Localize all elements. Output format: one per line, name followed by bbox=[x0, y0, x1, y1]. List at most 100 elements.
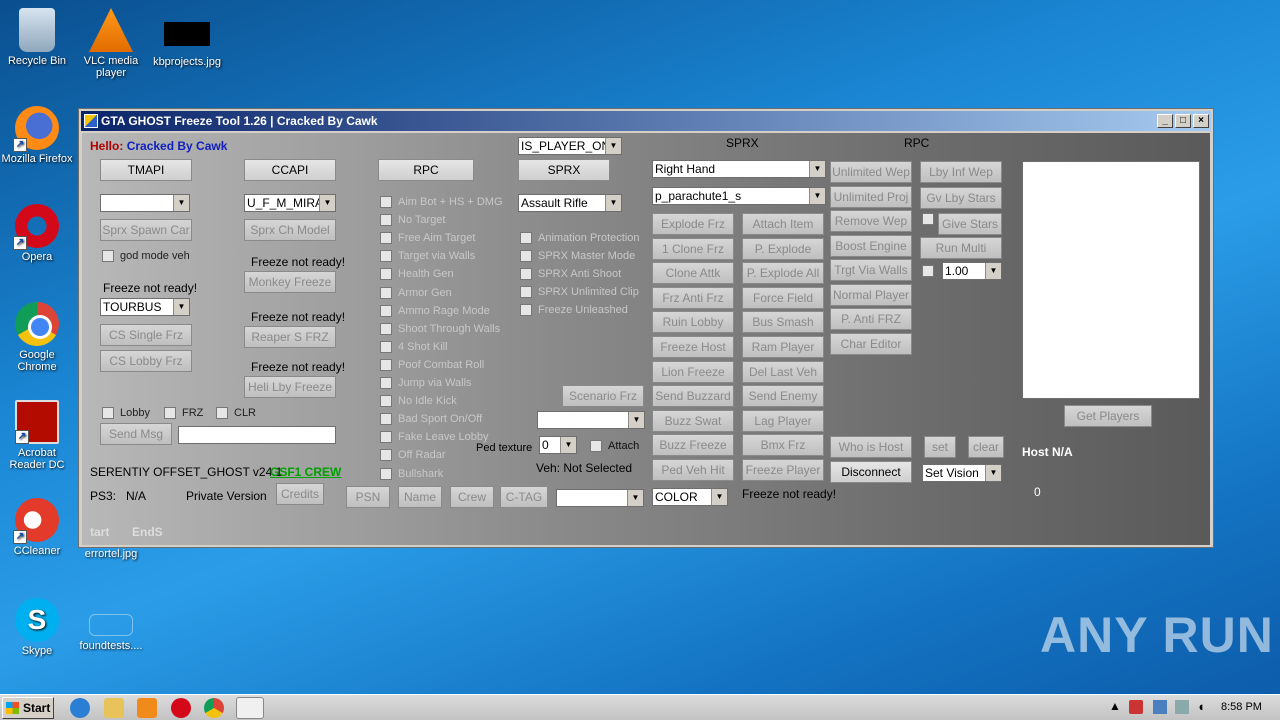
chrome-taskbar-icon[interactable] bbox=[204, 698, 224, 718]
rpc-left-button-2[interactable]: Remove Wep bbox=[830, 210, 912, 232]
scenario-combo[interactable]: ▼ bbox=[537, 411, 645, 429]
sprx-right-button-10[interactable]: Freeze Player bbox=[742, 459, 824, 481]
psn-button[interactable]: PSN bbox=[346, 486, 390, 508]
rpc-left-button-0[interactable]: Unlimited Wep bbox=[830, 161, 912, 183]
message-input[interactable] bbox=[178, 426, 336, 444]
sprx-right-button-9[interactable]: Bmx Frz bbox=[742, 434, 824, 457]
explorer-icon[interactable] bbox=[104, 698, 124, 718]
cs-lobby-frz-button[interactable]: CS Lobby Frz bbox=[100, 350, 192, 372]
sprx-right-button-6[interactable]: Del Last Veh bbox=[742, 360, 824, 383]
title-bar[interactable]: GTA GHOST Freeze Tool 1.26 | Cracked By … bbox=[81, 111, 1211, 131]
gv-lby-stars-button[interactable]: Gv Lby Stars bbox=[920, 187, 1002, 209]
god-mode-veh-checkbox[interactable]: god mode veh bbox=[102, 250, 190, 262]
sprx-left-button-2[interactable]: Clone Attk bbox=[652, 262, 734, 285]
object-combo[interactable]: p_parachute1_s ▼ bbox=[652, 187, 826, 205]
sprx-option-checkbox-1[interactable]: SPRX Master Mode bbox=[520, 250, 635, 262]
hand-combo[interactable]: Right Hand ▼ bbox=[652, 160, 826, 178]
sprx-left-button-5[interactable]: Freeze Host bbox=[652, 336, 734, 358]
rpc-option-checkbox-11[interactable]: No Idle Kick bbox=[380, 395, 457, 408]
sprx-option-checkbox-4[interactable]: Freeze Unleashed bbox=[520, 304, 628, 316]
media-player-icon[interactable] bbox=[137, 698, 157, 718]
tag-combo[interactable]: ▼ bbox=[556, 489, 644, 507]
vision-combo[interactable]: Set Vision ▼ bbox=[922, 464, 1002, 482]
desktop-icon-ccleaner[interactable]: ↗ CCleaner bbox=[0, 498, 74, 557]
rpc-option-checkbox-10[interactable]: Jump via Walls bbox=[380, 377, 472, 389]
app-taskbar-icon[interactable] bbox=[236, 697, 264, 719]
tmapi-button[interactable]: TMAPI bbox=[100, 159, 192, 181]
rpc-option-checkbox-14[interactable]: Off Radar bbox=[380, 449, 446, 462]
disconnect-button[interactable]: Disconnect bbox=[830, 461, 912, 483]
rpc-left-button-7[interactable]: Char Editor bbox=[830, 332, 912, 355]
desktop-icon-recycle-bin[interactable]: Recycle Bin bbox=[0, 8, 74, 67]
sprx-left-button-9[interactable]: Buzz Freeze bbox=[652, 434, 734, 457]
give-stars-button[interactable]: Give Stars bbox=[938, 213, 1002, 235]
set-button[interactable]: set bbox=[924, 436, 956, 458]
rpc-option-checkbox-12[interactable]: Bad Sport On/Off bbox=[380, 413, 482, 426]
sprx-ch-model-button[interactable]: Sprx Ch Model bbox=[244, 219, 336, 241]
rpc-option-checkbox-15[interactable]: Bullshark bbox=[380, 467, 443, 480]
color-combo[interactable]: COLOR ▼ bbox=[652, 488, 728, 506]
desktop-icon-vlc[interactable]: VLC media player bbox=[74, 8, 148, 79]
sprx-left-button-10[interactable]: Ped Veh Hit bbox=[652, 459, 734, 481]
sprx-right-button-2[interactable]: P. Explode All bbox=[742, 262, 824, 285]
rpc-option-checkbox-7[interactable]: Shoot Through Walls bbox=[380, 322, 500, 335]
rpc-option-checkbox-4[interactable]: Health Gen bbox=[380, 268, 454, 281]
desktop-icon-chrome[interactable]: Google Chrome bbox=[0, 302, 74, 373]
maximize-button[interactable]: □ bbox=[1175, 114, 1191, 128]
name-button[interactable]: Name bbox=[398, 486, 442, 508]
rpc-option-checkbox-5[interactable]: Armor Gen bbox=[380, 286, 452, 299]
desktop-icon-firefox[interactable]: ↗ Mozilla Firefox bbox=[0, 106, 74, 165]
network-icon[interactable] bbox=[1153, 700, 1167, 714]
vehicle-combo[interactable]: TOURBUS ▼ bbox=[100, 298, 190, 316]
sprx-right-button-7[interactable]: Send Enemy bbox=[742, 385, 824, 408]
clear-button[interactable]: clear bbox=[968, 436, 1004, 458]
rpc-option-checkbox-1[interactable]: No Target bbox=[380, 214, 446, 227]
sprx-right-button-0[interactable]: Attach Item bbox=[742, 213, 824, 235]
sprx-option-checkbox-3[interactable]: SPRX Unlimited Clip bbox=[520, 286, 639, 298]
sprx-left-button-6[interactable]: Lion Freeze bbox=[652, 360, 734, 383]
desktop-icon-kbprojects[interactable]: kbprojects.jpg bbox=[150, 8, 224, 68]
frz-checkbox[interactable]: FRZ bbox=[164, 407, 203, 419]
sprx-button[interactable]: SPRX bbox=[518, 159, 610, 181]
tray-expand-icon[interactable]: ▲ bbox=[1109, 699, 1121, 713]
who-is-host-button[interactable]: Who is Host bbox=[830, 436, 912, 458]
sprx-spawn-car-button[interactable]: Sprx Spawn Car bbox=[100, 219, 192, 241]
ctag-button[interactable]: C-TAG bbox=[500, 486, 548, 508]
volume-icon[interactable]: ◖ bbox=[1197, 699, 1205, 714]
send-msg-button[interactable]: Send Msg bbox=[100, 423, 172, 445]
ped-texture-combo[interactable]: 0 ▼ bbox=[539, 436, 577, 454]
sprx-option-checkbox-2[interactable]: SPRX Anti Shoot bbox=[520, 268, 621, 280]
sprx-left-button-8[interactable]: Buzz Swat bbox=[652, 409, 734, 432]
player-online-combo[interactable]: IS_PLAYER_ONLINE▼ bbox=[518, 137, 622, 155]
flag-icon[interactable] bbox=[1175, 700, 1189, 714]
rpc-left-button-6[interactable]: P. Anti FRZ bbox=[830, 308, 912, 330]
multi-checkbox[interactable] bbox=[922, 265, 934, 277]
crew-button[interactable]: Crew bbox=[450, 486, 494, 508]
sprx-left-button-1[interactable]: 1 Clone Frz bbox=[652, 237, 734, 260]
clr-checkbox[interactable]: CLR bbox=[216, 407, 256, 419]
ie-icon[interactable] bbox=[70, 698, 90, 718]
cs-single-frz-button[interactable]: CS Single Frz bbox=[100, 324, 192, 346]
rpc-left-button-3[interactable]: Boost Engine bbox=[830, 234, 912, 257]
reaper-frz-button[interactable]: Reaper S FRZ bbox=[244, 326, 336, 348]
start-button[interactable]: Start bbox=[2, 697, 54, 719]
model-combo[interactable]: U_F_M_MIRAI ▼ bbox=[244, 194, 336, 212]
ccapi-button[interactable]: CCAPI bbox=[244, 159, 336, 181]
security-icon[interactable] bbox=[1129, 700, 1143, 714]
sprx-right-button-4[interactable]: Bus Smash bbox=[742, 311, 824, 334]
rpc-option-checkbox-0[interactable]: Aim Bot + HS + DMG bbox=[380, 196, 503, 208]
players-list[interactable] bbox=[1022, 161, 1200, 399]
sprx-right-button-1[interactable]: P. Explode bbox=[742, 237, 824, 260]
sprx-right-button-3[interactable]: Force Field bbox=[742, 286, 824, 309]
weapon-combo[interactable]: Assault Rifle ▼ bbox=[518, 194, 622, 212]
sprx-left-button-0[interactable]: Explode Frz bbox=[652, 213, 734, 235]
attach-checkbox[interactable]: Attach bbox=[590, 440, 639, 452]
sprx-left-button-4[interactable]: Ruin Lobby bbox=[652, 311, 734, 334]
rpc-left-button-1[interactable]: Unlimited Proj bbox=[830, 185, 912, 208]
credits-button[interactable]: Credits bbox=[276, 483, 324, 505]
monkey-freeze-button[interactable]: Monkey Freeze bbox=[244, 271, 336, 293]
scenario-frz-button[interactable]: Scenario Frz bbox=[562, 385, 644, 407]
sprx-left-button-7[interactable]: Send Buzzard bbox=[652, 385, 734, 408]
crew-link[interactable]: GSF1 CREW bbox=[270, 465, 341, 479]
run-multi-button[interactable]: Run Multi bbox=[920, 237, 1002, 259]
